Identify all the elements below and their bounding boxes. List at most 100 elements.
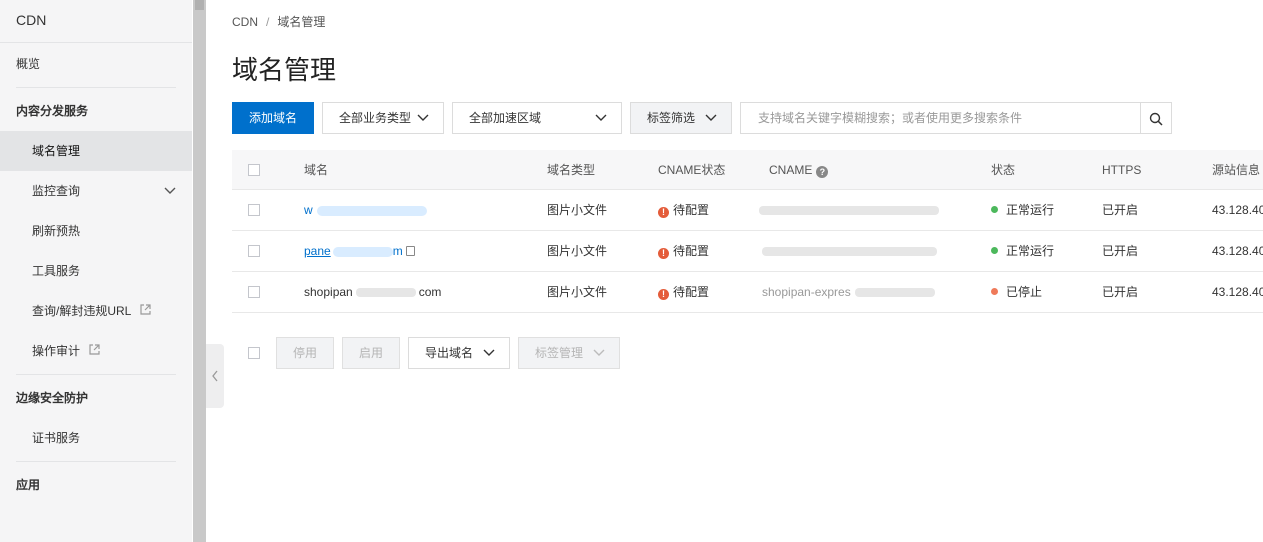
sidebar-item-tool-service[interactable]: 工具服务 [0,251,192,291]
redacted-text [316,205,427,216]
sidebar-divider [16,87,176,88]
status-cell: 正常运行 [991,190,1054,231]
cname-status-cell: ! 待配置 [658,190,709,231]
redacted-text [854,288,935,298]
cname-status-cell: ! 待配置 [658,231,709,272]
domain-text: shopipan [304,285,353,299]
origin-cell: 43.128.40 [1212,203,1263,217]
export-domain-label: 导出域名 [425,346,474,360]
column-cname-label: CNAME [769,163,813,177]
chevron-down-icon [417,103,429,144]
accel-region-label: 全部加速区域 [469,111,542,125]
column-origin: 源站信息 [1212,163,1261,177]
row-checkbox[interactable] [248,204,260,216]
column-cname: CNAME? [769,150,829,190]
origin-cell: 43.128.40 [1212,244,1263,258]
chevron-down-icon [595,103,607,144]
sidebar-scrollbar-thumb[interactable] [195,0,204,10]
status-text: 正常运行 [1006,203,1055,217]
cname-text: shopipan-expres [762,285,851,299]
sidebar-collapse-handle[interactable] [206,344,224,408]
sidebar-item-operation-audit[interactable]: 操作审计 [0,331,192,371]
breadcrumb-current: 域名管理 [277,15,326,29]
https-cell: 已开启 [1102,203,1139,217]
toolbar: 添加域名 全部业务类型 全部加速区域 标签筛选 支持域名关键字模糊搜索；或者使用… [232,102,1263,134]
sidebar-section-apps: 应用 [16,478,41,492]
https-cell: 已开启 [1102,285,1139,299]
cname-cell: shopipan-expres [762,272,935,313]
column-domain: 域名 [304,163,329,177]
domain-type-cell: 图片小文件 [547,244,608,258]
chevron-down-icon [593,338,605,379]
domain-type-cell: 图片小文件 [547,203,608,217]
status-cell: 正常运行 [991,231,1054,272]
sidebar-item-url-unblock[interactable]: 查询/解封违规URL [0,291,192,331]
redacted-text [332,246,393,257]
tag-filter-button[interactable]: 标签筛选 [630,102,732,134]
sidebar-scrollbar[interactable] [193,0,206,542]
cname-status-cell: ! 待配置 [658,272,709,313]
bulk-actions: 停用 启用 导出域名 标签管理 [232,337,632,369]
status-dot-icon [991,247,998,254]
status-text: 正常运行 [1006,244,1055,258]
add-domain-button[interactable]: 添加域名 [232,102,314,134]
sidebar: CDN 概览 内容分发服务 域名管理 监控查询 刷新预热 工具服务 查询/解封违… [0,0,192,542]
column-https: HTTPS [1102,163,1142,177]
warning-icon: ! [658,207,669,218]
row-checkbox[interactable] [248,245,260,257]
external-link-icon [140,292,151,332]
sidebar-section-content-delivery: 内容分发服务 [16,104,89,118]
redacted-text [355,288,416,298]
cname-cell [759,190,939,231]
table-header: 域名 域名类型 CNAME状态 CNAME? 状态 HTTPS 源站信息 [232,150,1263,190]
chevron-down-icon [705,103,717,144]
column-status: 状态 [991,163,1016,177]
row-checkbox[interactable] [248,286,260,298]
copy-icon[interactable] [405,246,415,256]
domain-link[interactable]: shopipan com [304,272,441,313]
table-row: w 图片小文件 ! 待配置 正常运行 已开启 43.128.40 [232,190,1263,231]
domain-link[interactable]: pane m [304,231,415,272]
sidebar-item-certificate[interactable]: 证书服务 [0,418,192,458]
sidebar-divider [16,374,176,375]
status-dot-icon [991,206,998,213]
external-link-icon [89,332,100,372]
status-dot-icon [991,288,998,295]
tag-filter-label: 标签筛选 [647,111,696,125]
sidebar-item-domain-management[interactable]: 域名管理 [0,131,192,171]
domain-text-suffix: m [392,244,403,258]
disable-button[interactable]: 停用 [276,337,334,369]
tag-manage-button[interactable]: 标签管理 [518,337,620,369]
accel-region-select[interactable]: 全部加速区域 [452,102,622,134]
bulk-select-checkbox[interactable] [248,347,260,359]
sidebar-divider [16,461,176,462]
enable-button[interactable]: 启用 [342,337,400,369]
cname-status-text: 待配置 [673,244,710,258]
sidebar-item-overview[interactable]: 概览 [0,44,192,84]
domain-type-cell: 图片小文件 [547,285,608,299]
tag-manage-label: 标签管理 [535,346,584,360]
cname-cell [762,231,937,272]
domain-text: w [304,203,313,217]
status-text: 已停止 [1006,285,1043,299]
breadcrumb-root[interactable]: CDN [232,15,258,29]
origin-cell: 43.128.40 [1212,285,1263,299]
cname-status-text: 待配置 [673,285,710,299]
redacted-text [759,206,939,216]
redacted-text [762,247,937,257]
search-input[interactable]: 支持域名关键字模糊搜索；或者使用更多搜索条件 [740,102,1141,134]
column-cname-status: CNAME状态 [658,163,726,177]
business-type-select[interactable]: 全部业务类型 [322,102,444,134]
domain-table: 域名 域名类型 CNAME状态 CNAME? 状态 HTTPS 源站信息 w 图… [232,150,1263,313]
export-domain-button[interactable]: 导出域名 [408,337,510,369]
chevron-down-icon [483,338,495,379]
domain-link[interactable]: w [304,190,427,231]
search-button[interactable] [1140,102,1172,134]
sidebar-item-label: 监控查询 [32,184,81,198]
sidebar-item-monitoring[interactable]: 监控查询 [0,171,192,211]
cname-status-text: 待配置 [673,203,710,217]
sidebar-item-refresh-preload[interactable]: 刷新预热 [0,211,192,251]
warning-icon: ! [658,289,669,300]
help-icon[interactable]: ? [816,166,829,178]
select-all-checkbox[interactable] [248,164,260,176]
